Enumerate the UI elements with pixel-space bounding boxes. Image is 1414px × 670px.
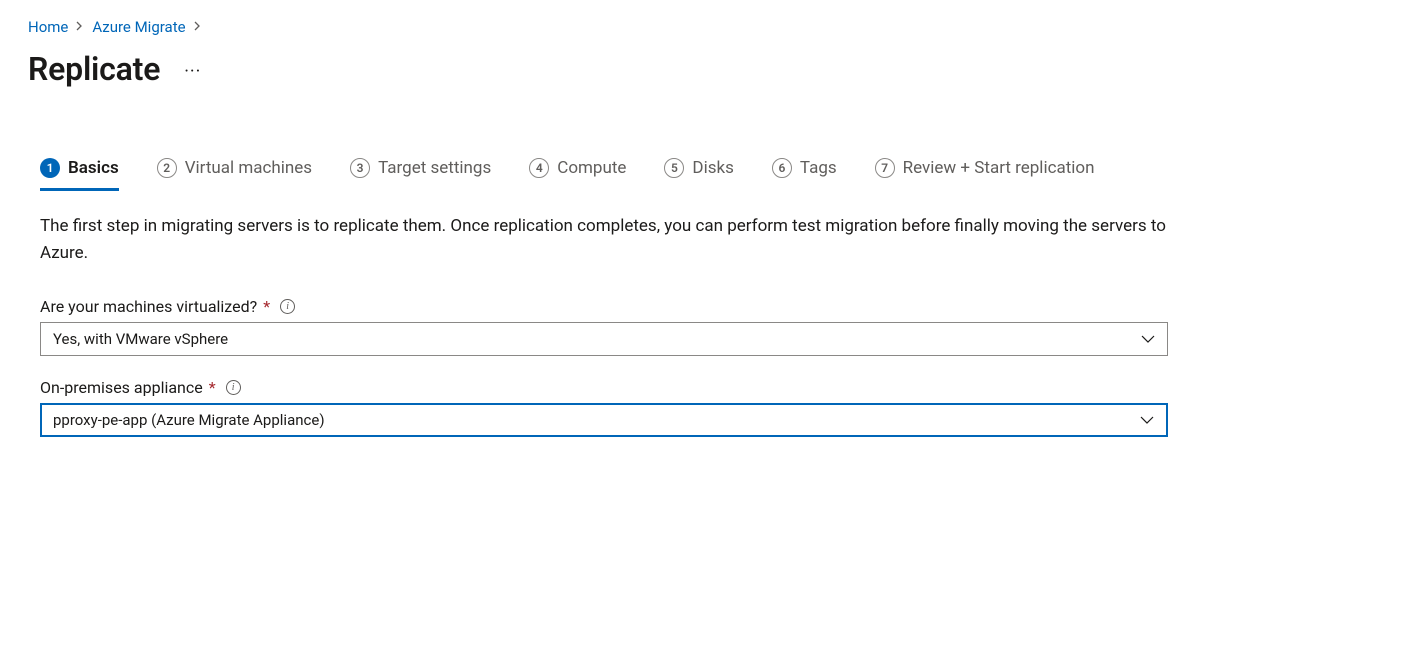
chevron-down-icon <box>1140 416 1154 424</box>
step-virtual-machines[interactable]: 2 Virtual machines <box>157 158 312 191</box>
form-content: The first step in migrating servers is t… <box>28 213 1168 437</box>
step-review-start[interactable]: 7 Review + Start replication <box>875 158 1095 191</box>
info-icon[interactable]: i <box>280 299 295 314</box>
step-basics[interactable]: 1 Basics <box>40 158 119 191</box>
step-number: 2 <box>157 158 177 178</box>
label-text: Are your machines virtualized? <box>40 297 257 316</box>
info-icon[interactable]: i <box>226 380 241 395</box>
step-label: Compute <box>557 158 626 178</box>
page-title: Replicate <box>28 50 160 88</box>
field-label: Are your machines virtualized? * i <box>40 297 1168 316</box>
step-label: Disks <box>692 158 733 178</box>
more-icon[interactable]: ··· <box>184 57 201 81</box>
title-row: Replicate ··· <box>28 50 1386 88</box>
step-label: Virtual machines <box>185 158 312 178</box>
chevron-right-icon <box>194 19 202 35</box>
step-compute[interactable]: 4 Compute <box>529 158 626 191</box>
breadcrumb-home[interactable]: Home <box>28 18 68 36</box>
step-number: 5 <box>664 158 684 178</box>
step-number: 1 <box>40 158 60 178</box>
field-appliance: On-premises appliance * i pproxy-pe-app … <box>40 378 1168 437</box>
step-disks[interactable]: 5 Disks <box>664 158 733 191</box>
virtualized-select[interactable]: Yes, with VMware vSphere <box>40 322 1168 356</box>
select-value: pproxy-pe-app (Azure Migrate Appliance) <box>53 411 325 429</box>
chevron-down-icon <box>1141 335 1155 343</box>
wizard-steps: 1 Basics 2 Virtual machines 3 Target set… <box>28 158 1386 191</box>
step-label: Target settings <box>378 158 491 178</box>
label-text: On-premises appliance <box>40 378 203 397</box>
step-label: Review + Start replication <box>903 158 1095 178</box>
field-label: On-premises appliance * i <box>40 378 1168 397</box>
select-value: Yes, with VMware vSphere <box>53 330 228 348</box>
step-label: Basics <box>68 158 119 178</box>
step-target-settings[interactable]: 3 Target settings <box>350 158 491 191</box>
step-number: 7 <box>875 158 895 178</box>
breadcrumb: Home Azure Migrate <box>28 18 1386 36</box>
chevron-right-icon <box>76 19 84 35</box>
step-number: 3 <box>350 158 370 178</box>
step-number: 4 <box>529 158 549 178</box>
required-star: * <box>209 378 216 397</box>
step-label: Tags <box>800 158 837 178</box>
step-number: 6 <box>772 158 792 178</box>
appliance-select[interactable]: pproxy-pe-app (Azure Migrate Appliance) <box>40 403 1168 437</box>
field-virtualized: Are your machines virtualized? * i Yes, … <box>40 297 1168 356</box>
required-star: * <box>263 297 270 316</box>
intro-text: The first step in migrating servers is t… <box>40 213 1168 267</box>
step-tags[interactable]: 6 Tags <box>772 158 837 191</box>
breadcrumb-azure-migrate[interactable]: Azure Migrate <box>92 18 185 36</box>
